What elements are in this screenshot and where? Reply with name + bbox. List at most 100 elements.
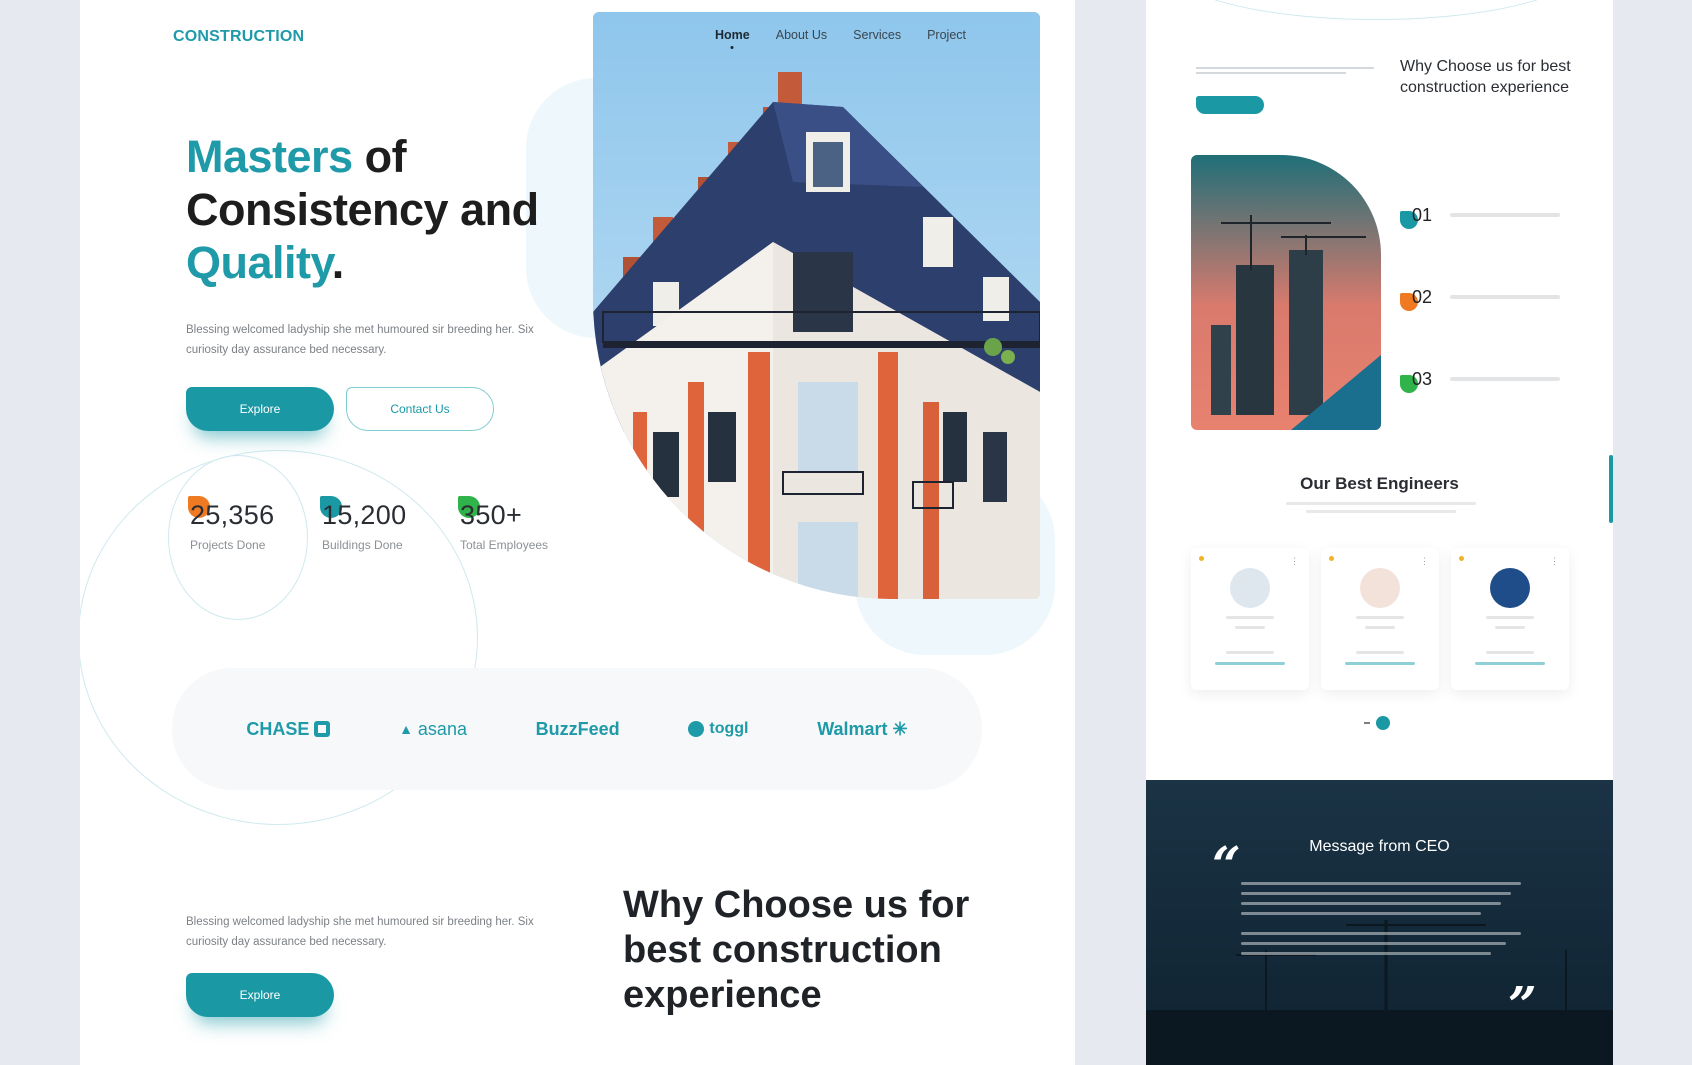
engineers-pagination [1364,716,1390,730]
ceo-background-image [1146,780,1613,1065]
engineer-card[interactable]: ⋮ [1451,548,1569,690]
ceo-text-placeholder [1241,912,1481,915]
hero-headline: Masters of Consistency and Quality. [186,130,539,289]
stat-buildings-done: 15,200 Buildings Done [320,496,407,552]
partner-asana[interactable]: ▲ asana [399,719,467,740]
stat-value: 25,356 [190,500,275,530]
side-why-title: Why Choose us for best construction expe… [1400,58,1571,96]
engineer-email-link[interactable] [1475,662,1545,665]
engineers-subtitle-placeholder [1306,510,1456,513]
pager-active-dot[interactable] [1376,716,1390,730]
headline-word-masters: Masters [186,131,353,182]
headline-word-quality: Quality [186,237,332,288]
ceo-text-placeholder [1241,882,1521,885]
avatar [1360,568,1400,608]
engineer-role-placeholder [1235,626,1265,629]
decorative-ring [1166,0,1586,20]
partner-walmart-label: Walmart [817,718,888,739]
stat-label: Projects Done [190,538,266,552]
star-icon [1199,556,1204,561]
headline-consistency: Consistency and [186,184,539,235]
engineer-name-placeholder [1226,616,1274,619]
chase-octagon-icon [314,721,331,737]
avatar [1230,568,1270,608]
pager-prev[interactable] [1364,722,1370,724]
step-number: 03 [1412,369,1433,389]
engineer-phone-placeholder [1486,651,1534,654]
partner-walmart[interactable]: Walmart ✳ [817,719,907,740]
brand-logo[interactable]: CONSTRUCTION [173,28,304,46]
open-quote-icon: “ [1212,835,1241,894]
toggl-power-icon [688,721,705,737]
nav-about-us[interactable]: About Us [776,28,827,42]
ceo-text-placeholder [1241,942,1506,945]
engineers-title: Our Best Engineers [1300,474,1459,493]
star-icon [1329,556,1334,561]
building-illustration [593,12,1040,599]
engineer-card[interactable]: ⋮ [1321,548,1439,690]
stat-label: Buildings Done [322,538,403,552]
engineer-email-link[interactable] [1345,662,1415,665]
nav-project[interactable]: Project [927,28,966,42]
why-explore-button[interactable]: Explore [186,973,334,1017]
stat-projects-done: 25,356 Projects Done [188,496,275,552]
engineer-phone-placeholder [1356,651,1404,654]
side-page-preview: Why Choose us for best construction expe… [1146,0,1613,780]
scroll-indicator[interactable] [1609,455,1613,523]
partner-buzzfeed[interactable]: BuzzFeed [536,719,620,740]
engineer-role-placeholder [1495,626,1525,629]
avatar [1490,568,1530,608]
partner-logos-strip: CHASE ▲ asana BuzzFeed toggl Walmart ✳ [172,668,982,790]
stat-label: Total Employees [460,538,549,552]
contact-us-button[interactable]: Contact Us [346,387,494,431]
more-options-icon[interactable]: ⋮ [1420,556,1429,567]
hero-description: Blessing welcomed ladyship she met humou… [186,324,534,356]
partner-chase[interactable]: CHASE [246,718,331,740]
hero-building-image [593,12,1040,599]
ceo-text-placeholder [1241,952,1491,955]
walmart-spark-icon: ✳ [892,718,908,739]
headline-word-of: of [352,131,407,182]
engineers-subtitle-placeholder [1286,502,1476,505]
step-number: 02 [1412,287,1433,307]
engineer-role-placeholder [1365,626,1395,629]
stat-value: 15,200 [322,500,407,530]
why-description: Blessing welcomed ladyship she met humou… [186,916,534,948]
ceo-message-section: Message from CEO “ ” [1146,780,1613,1065]
cranes-image [1191,155,1381,430]
ceo-text-placeholder [1241,892,1511,895]
engineer-phone-placeholder [1226,651,1274,654]
star-icon [1459,556,1464,561]
explore-button[interactable]: Explore [186,387,334,431]
step-number: 01 [1412,205,1433,225]
step-text-placeholder [1450,213,1560,217]
side-why-description-placeholder [1196,64,1376,77]
headline-period: . [331,237,345,288]
step-text-placeholder [1450,295,1560,299]
close-quote-icon: ” [1508,975,1537,1034]
step-text-placeholder [1450,377,1560,381]
ceo-text-placeholder [1241,902,1501,905]
nav-home[interactable]: Home [715,28,750,42]
side-explore-button[interactable] [1196,96,1264,114]
engineer-card[interactable]: ⋮ [1191,548,1309,690]
main-nav: Home About Us Services Project [715,28,966,42]
why-choose-title: Why Choose us for best construction expe… [623,884,970,1016]
engineer-name-placeholder [1356,616,1404,619]
engineer-name-placeholder [1486,616,1534,619]
more-options-icon[interactable]: ⋮ [1550,556,1559,567]
more-options-icon[interactable]: ⋮ [1290,556,1299,567]
engineer-email-link[interactable] [1215,662,1285,665]
partner-chase-label: CHASE [246,718,310,739]
partner-toggl-label: toggl [709,720,749,737]
cranes-illustration [1191,155,1381,430]
nav-services[interactable]: Services [853,28,901,42]
asana-dots-icon: ▲ [399,721,413,737]
ceo-text-placeholder [1241,932,1521,935]
partner-toggl[interactable]: toggl [688,720,748,738]
partner-buzzfeed-label: BuzzFeed [535,718,620,739]
partner-asana-label: asana [417,718,467,739]
stat-total-employees: 350+ Total Employees [458,496,549,552]
stat-value: 350+ [460,500,523,530]
landing-page: CONSTRUCTION Home About Us Services Proj… [80,0,1075,1065]
